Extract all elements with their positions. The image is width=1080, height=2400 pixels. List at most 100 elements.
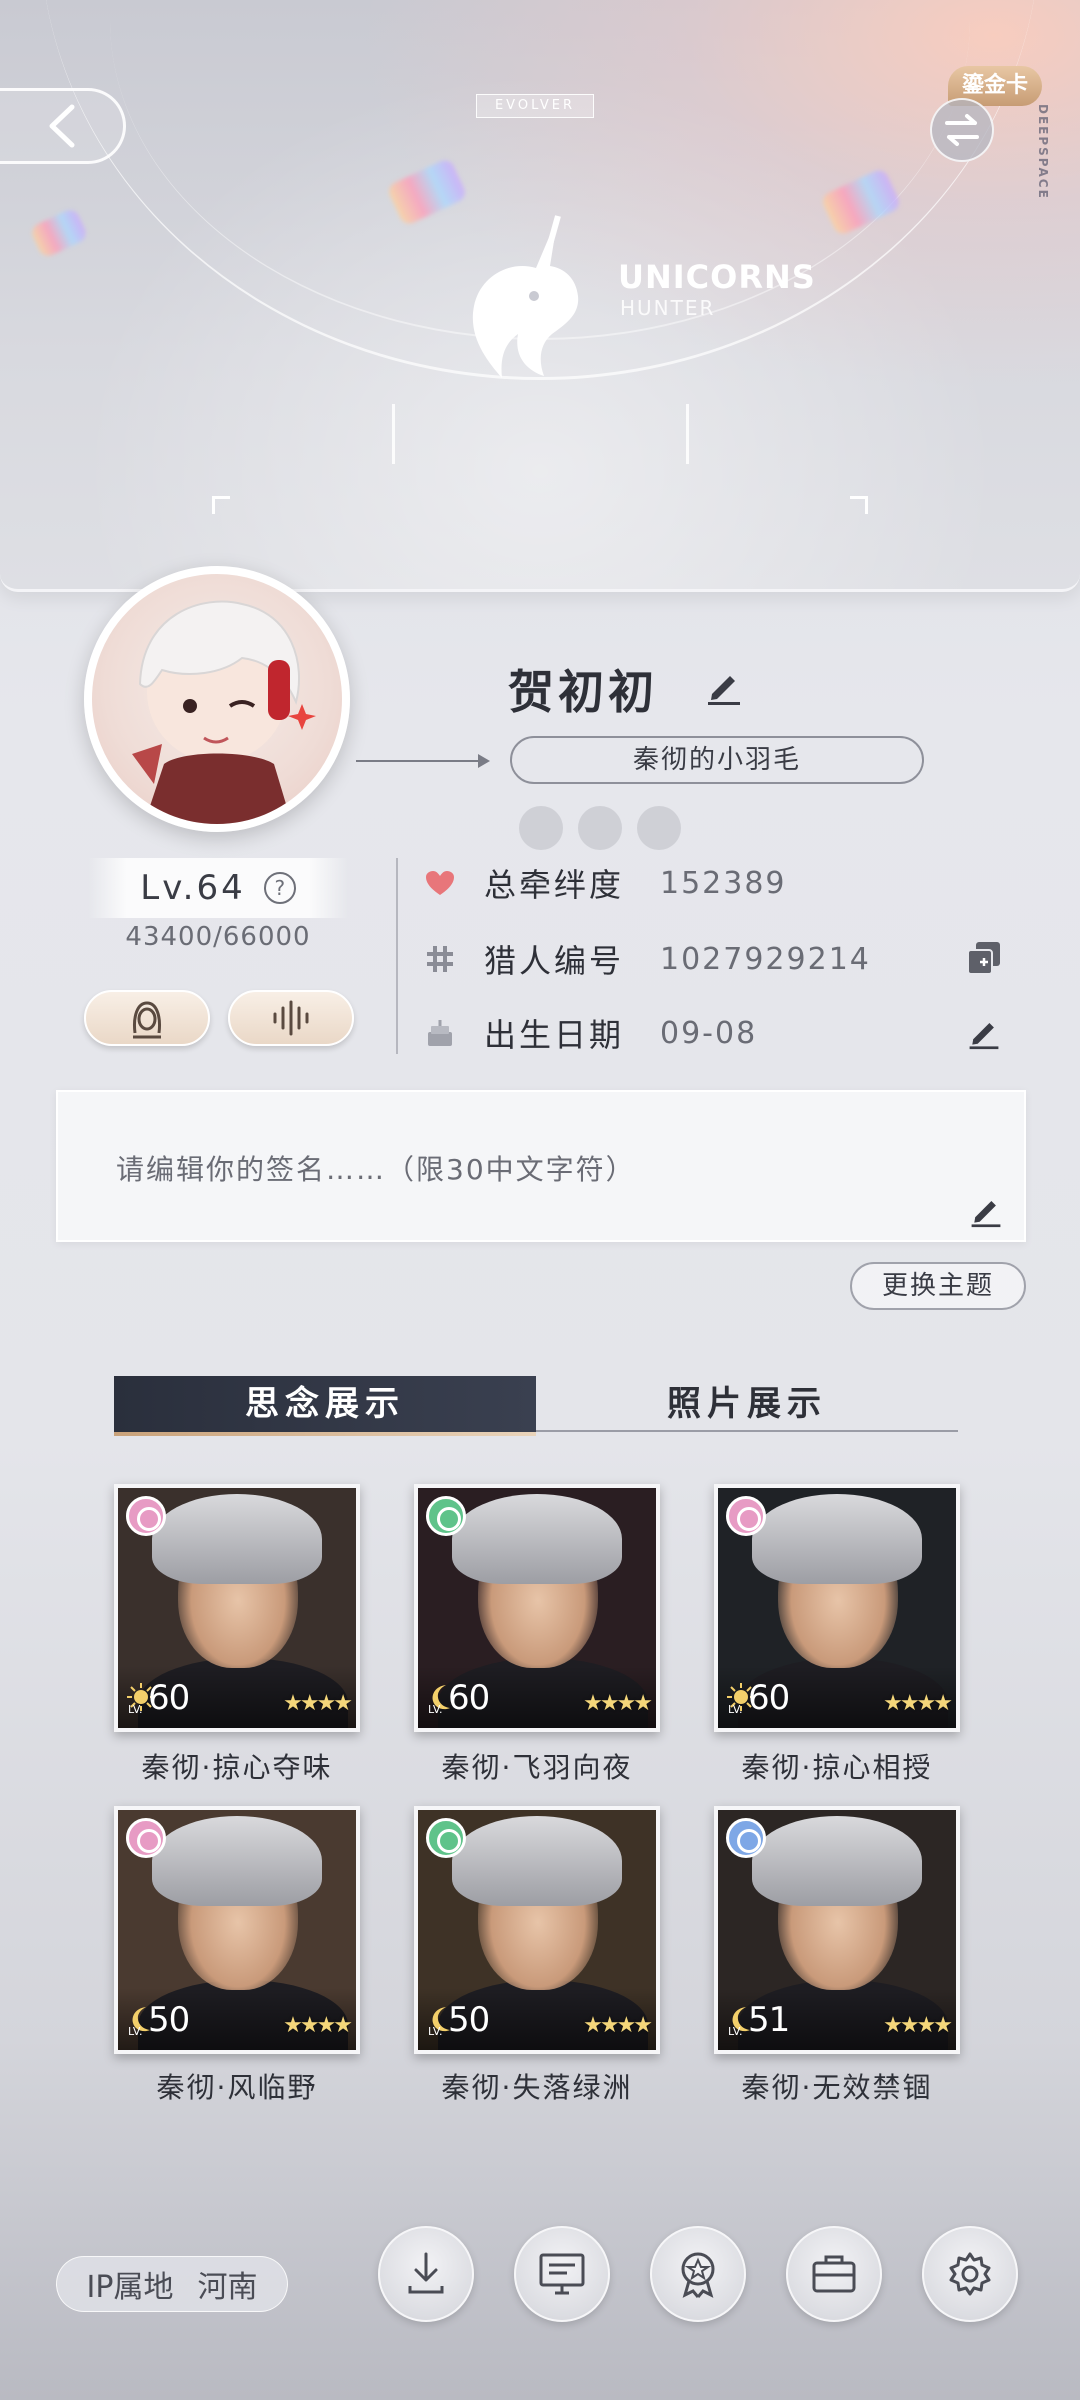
stat-label: 猎人编号	[484, 942, 625, 980]
pencil-icon	[708, 676, 740, 705]
copy-icon	[967, 942, 1000, 975]
edit-name-button[interactable]	[702, 664, 746, 708]
stat-row-hunter-id: 猎人编号 1027929214	[420, 934, 1000, 984]
tab-active-indicator	[114, 1432, 536, 1436]
edit-signature-button[interactable]	[964, 1188, 1008, 1232]
star-rating-icon: ★★★★	[883, 1691, 953, 1716]
rarity-badge-icon	[426, 1818, 466, 1858]
hash-icon	[420, 944, 460, 974]
empty-badge-slot[interactable]	[519, 806, 563, 850]
memory-card[interactable]: LV. 50 ★★★★	[114, 1806, 360, 2054]
title-badge[interactable]: 秦彻的小羽毛	[510, 736, 924, 784]
card-level: 50	[448, 2000, 490, 2040]
download-icon	[408, 2252, 444, 2294]
profile-banner: EVOLVER UNICORNS HUNTER DEEPSPACE	[0, 0, 1080, 592]
prism-glow-decoration	[29, 207, 89, 259]
unicorn-logo-icon	[440, 210, 610, 390]
stat-label: 出生日期	[484, 1016, 625, 1054]
tab-underline	[536, 1430, 958, 1432]
settings-button[interactable]	[922, 2226, 1018, 2322]
star-rating-icon: ★★★★	[883, 2013, 953, 2038]
card-name: 秦彻·失落绿洲	[441, 2071, 633, 2104]
player-name: 贺初初	[508, 665, 658, 719]
question-icon[interactable]: ?	[263, 872, 296, 904]
sound-wave-icon	[273, 1000, 309, 1036]
experience-progress: 43400/66000	[125, 922, 311, 952]
copy-id-button[interactable]	[962, 936, 1006, 980]
display-settings-button[interactable]	[514, 2226, 610, 2322]
signature-box[interactable]: 请编辑你的签名……（限30中文字符）	[56, 1090, 1026, 1242]
card-level-prefix: LV.	[728, 2025, 743, 2038]
frame-corner	[212, 496, 230, 514]
back-button[interactable]	[0, 88, 126, 164]
cake-icon	[420, 1018, 460, 1048]
star-rating-icon: ★★★★	[583, 1691, 653, 1716]
swap-arrows-icon	[945, 114, 979, 146]
card-level-prefix: LV.	[128, 2025, 143, 2038]
empty-badge-slot[interactable]	[578, 806, 622, 850]
ip-value: 河南	[197, 2270, 258, 2305]
evolver-tag: EVOLVER	[476, 94, 594, 118]
appearance-button[interactable]	[84, 990, 210, 1046]
star-rating-icon: ★★★★	[283, 1691, 353, 1716]
memory-card[interactable]: LV. 51 ★★★★	[714, 1806, 960, 2054]
card-name: 秦彻·飞羽向夜	[441, 1751, 633, 1784]
switch-button[interactable]	[930, 98, 994, 162]
voice-button[interactable]	[228, 990, 354, 1046]
pencil-icon	[971, 1201, 1001, 1228]
logo-title: UNICORNS	[618, 258, 816, 296]
card-name: 秦彻·风临野	[156, 2071, 318, 2104]
memory-card[interactable]: LV. 60 ★★★★	[114, 1484, 360, 1732]
rarity-badge-icon	[726, 1496, 766, 1536]
ip-location: IP属地 河南	[56, 2256, 288, 2312]
empty-badge-slot[interactable]	[637, 806, 681, 850]
chibi-avatar-icon	[132, 600, 316, 824]
heart-icon	[420, 869, 460, 897]
pencil-icon	[969, 1023, 999, 1050]
tab-photos[interactable]: 照片展示	[536, 1376, 958, 1432]
download-button[interactable]	[378, 2226, 474, 2322]
stat-value: 152389	[660, 865, 787, 901]
stats-divider	[396, 858, 398, 1054]
memory-card[interactable]: LV. 50 ★★★★	[414, 1806, 660, 2054]
connector-line	[356, 760, 486, 762]
achievements-button[interactable]	[650, 2226, 746, 2322]
logo-subtitle: HUNTER	[620, 296, 716, 320]
avatar[interactable]	[84, 566, 350, 832]
card-level-prefix: LV.	[728, 1703, 743, 1716]
signature-placeholder: 请编辑你的签名……（限30中文字符）	[116, 1153, 636, 1186]
stat-label: 总牵绊度	[484, 866, 625, 904]
stat-row-affinity: 总牵绊度 152389	[420, 858, 787, 908]
star-rating-icon: ★★★★	[583, 2013, 653, 2038]
rarity-badge-icon	[126, 1496, 166, 1536]
gear-icon	[949, 2252, 991, 2296]
banner-line-decoration	[686, 404, 689, 464]
card-name: 秦彻·掠心夺味	[141, 1751, 333, 1784]
briefcase-icon	[812, 2255, 856, 2293]
memory-card[interactable]: LV. 60 ★★★★	[714, 1484, 960, 1732]
star-rating-icon: ★★★★	[283, 2013, 353, 2038]
level-box: Lv.64 ?	[88, 858, 348, 918]
card-level-prefix: LV.	[128, 1703, 143, 1716]
rarity-badge-icon	[726, 1818, 766, 1858]
monitor-icon	[539, 2253, 585, 2295]
stat-value: 1027929214	[660, 941, 871, 977]
card-level: 50	[148, 2000, 190, 2040]
rarity-badge-icon	[126, 1818, 166, 1858]
chevron-left-icon	[49, 104, 74, 148]
stat-row-birthday: 出生日期 09-08	[420, 1008, 1000, 1058]
female-head-icon	[133, 1001, 161, 1039]
edit-birthday-button[interactable]	[962, 1010, 1006, 1054]
card-level: 60	[448, 1678, 490, 1718]
card-name: 秦彻·无效禁锢	[741, 2071, 933, 2104]
card-name: 秦彻·掠心相授	[741, 1751, 933, 1784]
card-level: 60	[148, 1678, 190, 1718]
frame-corner	[850, 496, 868, 514]
card-level-prefix: LV.	[428, 1703, 443, 1716]
tab-memories[interactable]: 思念展示	[114, 1376, 536, 1432]
banner-line-decoration	[392, 404, 395, 464]
rarity-badge-icon	[426, 1496, 466, 1536]
bag-button[interactable]	[786, 2226, 882, 2322]
memory-card[interactable]: LV. 60 ★★★★	[414, 1484, 660, 1732]
change-theme-button[interactable]: 更换主题	[850, 1262, 1026, 1310]
